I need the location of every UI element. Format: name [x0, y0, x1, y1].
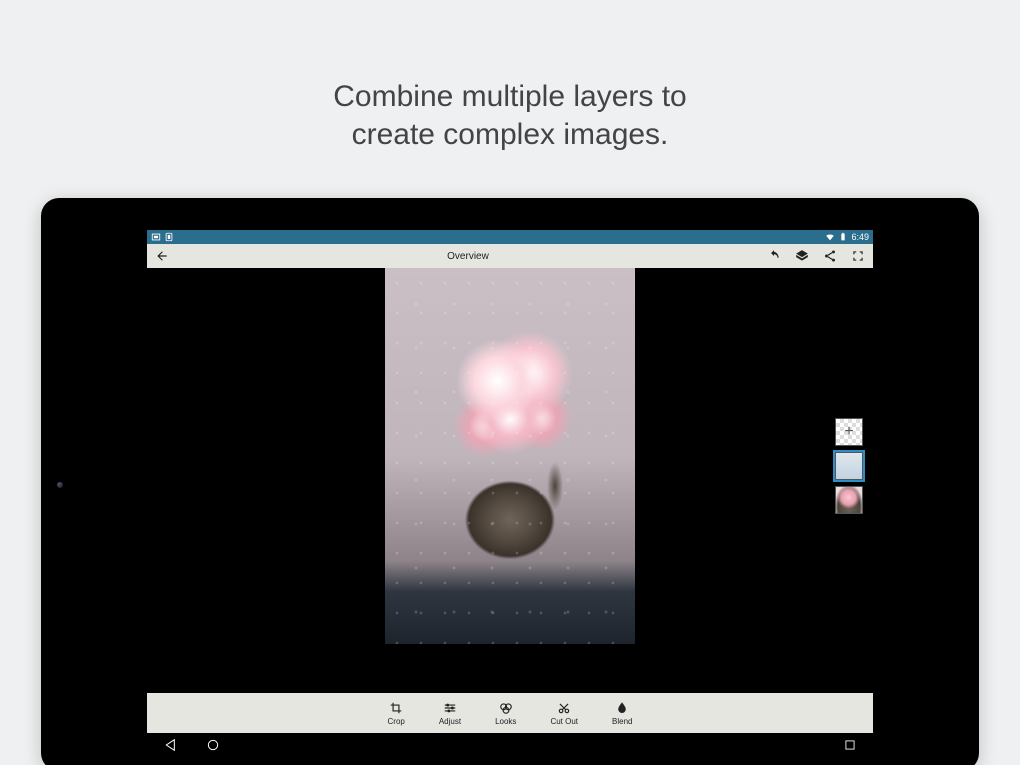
- app-title: Overview: [447, 251, 489, 262]
- wifi-icon: [825, 232, 835, 242]
- battery-icon: [838, 232, 848, 242]
- cast-icon: [151, 232, 161, 242]
- undo-button[interactable]: [767, 249, 781, 263]
- layer-thumb-rain[interactable]: [835, 452, 863, 480]
- status-left-group: [151, 232, 174, 242]
- layer-thumb-flowers[interactable]: [835, 486, 863, 514]
- looks-tool[interactable]: Looks: [495, 701, 516, 726]
- blend-label: Blend: [612, 717, 632, 726]
- blend-tool[interactable]: Blend: [612, 701, 632, 726]
- layer-panel: +: [835, 418, 863, 514]
- status-right-group: 6:49: [825, 232, 869, 242]
- bottom-toolbar: Crop Adjust Looks Cut Out Blend: [147, 693, 873, 733]
- plus-icon: +: [844, 423, 853, 441]
- looks-label: Looks: [495, 717, 516, 726]
- editor-canvas[interactable]: +: [147, 268, 873, 693]
- add-layer-button[interactable]: +: [835, 418, 863, 446]
- android-status-bar: 6:49: [147, 230, 873, 244]
- layers-button[interactable]: [795, 249, 809, 263]
- back-button[interactable]: [155, 249, 169, 263]
- screenshot-icon: [164, 232, 174, 242]
- slide-headline: Combine multiple layers to create comple…: [0, 78, 1020, 153]
- crop-tool[interactable]: Crop: [388, 701, 405, 726]
- nav-home-button[interactable]: [205, 737, 221, 758]
- crop-label: Crop: [388, 717, 405, 726]
- app-store-slide: Combine multiple layers to create comple…: [0, 0, 1020, 765]
- cutout-label: Cut Out: [550, 717, 578, 726]
- nav-recent-button[interactable]: [843, 739, 857, 756]
- fullscreen-button[interactable]: [851, 249, 865, 263]
- raindrops-overlay: [385, 268, 635, 644]
- cutout-tool[interactable]: Cut Out: [550, 701, 578, 726]
- share-button[interactable]: [823, 249, 837, 263]
- composited-image[interactable]: [385, 268, 635, 644]
- headline-line-2: create complex images.: [352, 118, 669, 151]
- front-camera-icon: [57, 482, 63, 488]
- tablet-frame: 6:49 Overview: [41, 198, 979, 765]
- status-time: 6:49: [851, 232, 869, 242]
- android-nav-bar: [147, 733, 873, 761]
- device-screen: 6:49 Overview: [147, 230, 873, 761]
- app-top-bar: Overview: [147, 244, 873, 268]
- adjust-tool[interactable]: Adjust: [439, 701, 461, 726]
- nav-back-button[interactable]: [163, 737, 179, 758]
- adjust-label: Adjust: [439, 717, 461, 726]
- headline-line-1: Combine multiple layers to: [333, 80, 686, 113]
